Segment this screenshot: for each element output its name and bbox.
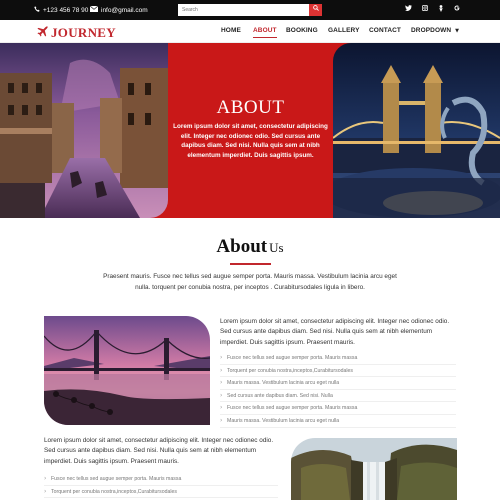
airplane-icon	[37, 26, 48, 40]
logo-text: JOURNEY	[51, 25, 116, 40]
hero-text: Lorem ipsum dolor sit amet, consectetur …	[173, 123, 328, 159]
tower-bridge-image	[333, 43, 500, 218]
block1-paragraph: Lorem ipsum dolor sit amet, consectetur …	[220, 318, 450, 346]
list-item: Fusce nec tellus sed augue semper porta.…	[220, 402, 456, 415]
list-item: Fusce nec tellus sed augue semper porta.…	[220, 352, 456, 365]
hero-banner: ABOUT Lorem ipsum dolor sit amet, consec…	[0, 43, 500, 218]
nav-item-booking[interactable]: BOOKING	[286, 27, 318, 34]
envelope-icon	[89, 5, 99, 14]
golden-gate-image	[44, 316, 210, 425]
search-input[interactable]	[178, 4, 309, 16]
block2-paragraph: Lorem ipsum dolor sit amet, consectetur …	[44, 437, 274, 465]
list-item: Torquent per conubia nostra,inceptos,Cur…	[44, 486, 278, 499]
heading-underline	[230, 263, 271, 265]
social-links	[405, 5, 460, 14]
instagram-icon[interactable]	[422, 5, 429, 14]
list-item: Torquent per conubia nostra,inceptos,Cur…	[220, 365, 456, 378]
search-bar	[178, 4, 322, 16]
email-contact[interactable]: info@gmail.com	[89, 5, 148, 14]
top-bar: +123 456 78 90 info@gmail.com	[0, 0, 500, 20]
main-navbar: JOURNEY HOME ABOUT BOOKING GALLERY CONTA…	[0, 20, 500, 43]
site-logo[interactable]: JOURNEY	[37, 25, 116, 41]
search-icon	[312, 5, 319, 13]
phone-contact[interactable]: +123 456 78 90	[34, 6, 88, 14]
block1-list: Fusce nec tellus sed augue semper porta.…	[220, 352, 456, 428]
phone-icon	[34, 6, 40, 14]
waterfall-image	[291, 438, 457, 500]
about-title: About	[216, 236, 268, 257]
venice-canal-image	[0, 43, 168, 218]
nav-item-about[interactable]: ABOUT	[253, 27, 277, 38]
nav-item-dropdown[interactable]: DROPDOWN ▼	[411, 27, 459, 34]
about-heading: About Us	[0, 236, 500, 258]
nav-item-dropdown-label: DROPDOWN	[411, 27, 452, 34]
list-item: Sed cursus ante dapibus diam. Sed nisi. …	[220, 390, 456, 403]
search-button[interactable]	[309, 4, 322, 16]
list-item: Mauris massa. Vestibulum lacinia arcu eg…	[220, 377, 456, 390]
about-intro: Praesent mauris. Fusce nec tellus sed au…	[103, 273, 397, 291]
about-subtitle: Us	[269, 240, 284, 255]
email-address: info@gmail.com	[101, 6, 148, 14]
youtube-icon[interactable]	[438, 5, 444, 14]
google-icon[interactable]	[454, 5, 460, 14]
phone-number: +123 456 78 90	[43, 6, 89, 14]
twitter-icon[interactable]	[405, 5, 412, 14]
nav-item-contact[interactable]: CONTACT	[369, 27, 401, 34]
nav-item-home[interactable]: HOME	[221, 27, 241, 34]
nav-item-gallery[interactable]: GALLERY	[328, 27, 360, 34]
block2-list: Fusce nec tellus sed augue semper porta.…	[44, 473, 278, 499]
caret-down-icon: ▼	[455, 28, 460, 34]
list-item: Fusce nec tellus sed augue semper porta.…	[44, 473, 278, 486]
hero-title: ABOUT	[216, 97, 285, 118]
list-item: Mauris massa. Vestibulum lacinia arcu eg…	[220, 415, 456, 428]
